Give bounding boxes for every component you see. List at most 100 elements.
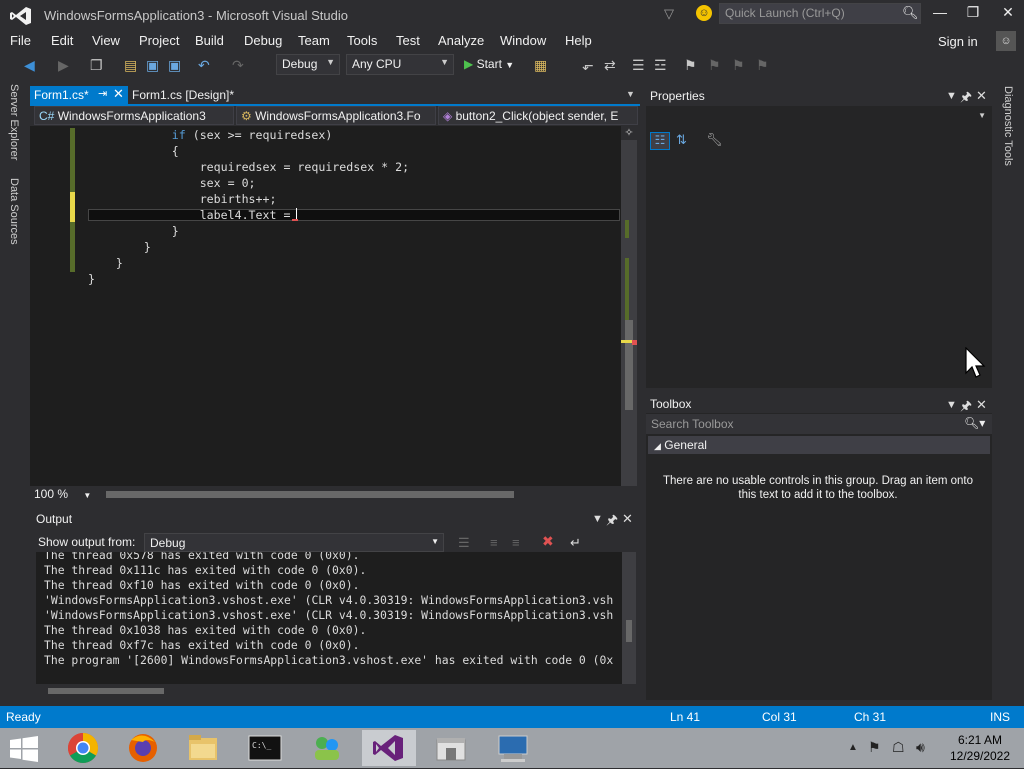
editor-horizontal-scroll-thumb[interactable] xyxy=(106,491,514,498)
navigate-forward-icon[interactable]: ▶ xyxy=(58,57,69,74)
split-editor-icon[interactable]: ✧ xyxy=(621,126,637,140)
editor-scroll-thumb[interactable] xyxy=(625,320,633,410)
menu-debug[interactable]: Debug xyxy=(244,33,282,48)
toolbox-group-general[interactable]: ◢ General xyxy=(648,436,990,454)
tab-form1-design[interactable]: Form1.cs [Design]* xyxy=(132,88,234,102)
remote-desktop-taskbar-button[interactable] xyxy=(486,730,540,766)
properties-close-icon[interactable]: ✕ xyxy=(976,88,987,104)
output-vertical-scrollbar[interactable] xyxy=(622,552,636,684)
menu-project[interactable]: Project xyxy=(139,33,179,48)
solution-platform-select[interactable]: Any CPU ▼ xyxy=(346,54,454,75)
properties-object-select[interactable]: ▼ xyxy=(646,108,992,128)
next-message-icon[interactable]: ≡ xyxy=(512,535,520,550)
comment-icon[interactable]: ☰ xyxy=(632,57,645,74)
menu-test[interactable]: Test xyxy=(396,33,420,48)
output-close-icon[interactable]: ✕ xyxy=(622,511,633,527)
volume-icon[interactable]: 🔊︎ xyxy=(916,739,925,756)
menu-window[interactable]: Window xyxy=(500,33,546,48)
close-icon[interactable]: ✕ xyxy=(113,86,124,102)
output-scroll-thumb[interactable] xyxy=(626,620,632,642)
output-options-icon[interactable]: ▼ xyxy=(592,513,603,525)
visual-studio-taskbar-button[interactable] xyxy=(362,730,416,766)
save-icon[interactable]: ▣ xyxy=(146,57,159,74)
account-avatar-icon[interactable]: ☺ xyxy=(996,31,1016,51)
bookmark-icon[interactable]: ⚑ xyxy=(684,57,697,74)
categorized-icon[interactable]: ☷ xyxy=(650,132,670,150)
word-wrap-icon[interactable]: ↵ xyxy=(570,535,581,551)
menu-help[interactable]: Help xyxy=(565,33,592,48)
diagnostic-tools-tab[interactable]: Diagnostic Tools xyxy=(1002,86,1014,166)
chrome-icon xyxy=(67,733,99,764)
firefox-taskbar-button[interactable] xyxy=(116,730,170,766)
prev-message-icon[interactable]: ≡ xyxy=(490,535,498,550)
start-debugging-button[interactable]: ▶ Start ▼ xyxy=(464,57,514,71)
menu-analyze[interactable]: Analyze xyxy=(438,33,484,48)
property-pages-icon[interactable]: 🔧︎ xyxy=(706,132,723,148)
tab-list-dropdown-icon[interactable]: ▼ xyxy=(626,89,635,99)
type-dropdown[interactable]: ⚙ WindowsFormsApplication3.Fo xyxy=(236,106,436,125)
server-explorer-tab[interactable]: Server Explorer xyxy=(8,84,20,160)
data-sources-tab[interactable]: Data Sources xyxy=(8,178,20,245)
output-source-select[interactable]: Debug ▼ xyxy=(144,533,444,552)
feedback-smiley-icon[interactable]: ☺ xyxy=(696,5,712,21)
restore-button[interactable]: ❐ xyxy=(959,4,987,24)
clear-bookmarks-icon[interactable]: ⚑ xyxy=(756,57,769,74)
prev-bookmark-icon[interactable]: ⚑ xyxy=(708,57,721,74)
toolbox-close-icon[interactable]: ✕ xyxy=(976,397,987,413)
save-all-icon[interactable]: ▣ xyxy=(168,57,181,74)
open-file-icon[interactable]: ▤ xyxy=(124,57,137,74)
pin-icon[interactable]: ⇥ xyxy=(98,87,107,100)
redo-icon[interactable]: ↷ xyxy=(232,57,244,74)
properties-options-icon[interactable]: ▼ xyxy=(946,90,957,102)
store-taskbar-button[interactable] xyxy=(424,730,478,766)
alphabetical-icon[interactable]: ⇅ xyxy=(676,132,687,148)
find-message-icon[interactable]: ☰ xyxy=(458,535,470,551)
search-icon: 🔍︎ xyxy=(902,5,919,20)
action-center-flag-icon[interactable]: ⚑ xyxy=(868,739,881,756)
output-text-area[interactable]: The thread 0x578 has exited with code 0 … xyxy=(36,552,622,684)
step-over-icon[interactable]: ⇄ xyxy=(604,57,616,74)
navigate-back-icon[interactable]: ◀ xyxy=(24,57,35,74)
clear-all-icon[interactable]: ✖ xyxy=(542,533,554,550)
output-pin-icon[interactable]: 🖈︎ xyxy=(606,511,618,533)
toolbox-search-input[interactable]: Search Toolbox xyxy=(646,414,992,434)
next-bookmark-icon[interactable]: ⚑ xyxy=(732,57,745,74)
toolbox-search-icon[interactable]: 🔍︎▾ xyxy=(964,416,985,430)
close-button[interactable]: ✕ xyxy=(994,4,1022,24)
menu-tools[interactable]: Tools xyxy=(347,33,377,48)
code-line: requiredsex = requiredsex * 2; xyxy=(88,159,409,175)
undo-icon[interactable]: ↶ xyxy=(198,57,210,74)
toolbox-options-icon[interactable]: ▼ xyxy=(946,399,957,411)
output-line: 'WindowsFormsApplication3.vshost.exe' (C… xyxy=(44,593,614,607)
editor-vertical-scrollbar[interactable] xyxy=(621,126,637,486)
new-project-icon[interactable]: ❐ xyxy=(90,57,103,74)
properties-toolbar xyxy=(646,130,992,152)
uncomment-icon[interactable]: ☲ xyxy=(654,57,667,74)
menu-team[interactable]: Team xyxy=(298,33,330,48)
browser-link-icon[interactable]: ▦ xyxy=(534,57,547,74)
sign-in-link[interactable]: Sign in xyxy=(938,34,978,49)
menu-build[interactable]: Build xyxy=(195,33,224,48)
filter-icon[interactable]: ▽ xyxy=(664,6,674,22)
panel-splitter[interactable] xyxy=(30,502,637,510)
project-dropdown[interactable]: C# WindowsFormsApplication3 xyxy=(34,106,234,125)
network-icon[interactable]: ☖ xyxy=(892,739,905,756)
step-into-icon[interactable]: ⬐ xyxy=(582,57,594,74)
zoom-level-select[interactable]: 100 % ▼ xyxy=(34,487,91,501)
solution-configuration-select[interactable]: Debug ▼ xyxy=(276,54,340,75)
network-app-taskbar-button[interactable] xyxy=(300,730,354,766)
minimize-button[interactable]: — xyxy=(926,4,954,24)
quick-launch-input[interactable]: Quick Launch (Ctrl+Q) xyxy=(719,3,921,24)
member-dropdown[interactable]: ◈ button2_Click(object sender, E xyxy=(438,106,638,125)
windows-start-icon[interactable] xyxy=(10,736,38,762)
command-prompt-taskbar-button[interactable]: C:\_ xyxy=(238,730,292,766)
menu-edit[interactable]: Edit xyxy=(51,33,73,48)
output-horizontal-scroll-thumb[interactable] xyxy=(48,688,164,694)
taskbar-clock[interactable]: 6:21 AM 12/29/2022 xyxy=(948,732,1012,764)
menu-view[interactable]: View xyxy=(92,33,120,48)
show-hidden-icons-icon[interactable]: ▲ xyxy=(848,742,858,753)
chrome-taskbar-button[interactable] xyxy=(56,730,110,766)
properties-pin-icon[interactable]: 🖈︎ xyxy=(960,88,972,110)
menu-file[interactable]: File xyxy=(10,33,31,48)
file-explorer-taskbar-button[interactable] xyxy=(176,730,230,766)
